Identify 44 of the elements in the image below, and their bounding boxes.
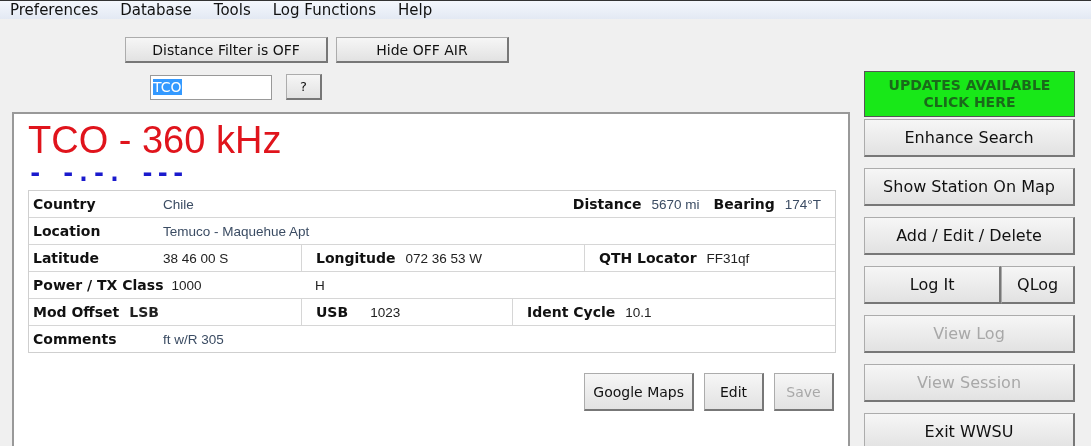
field-value: Temuco - Maquehue Apt — [163, 223, 310, 239]
menu-item[interactable]: Preferences — [10, 1, 99, 19]
panel-button[interactable]: Google Maps — [584, 373, 694, 411]
menu-item[interactable]: Help — [397, 1, 433, 19]
filter-button[interactable]: Hide OFF AIR — [336, 37, 509, 63]
morse-code: - -.-. --- — [28, 162, 188, 188]
side-button[interactable]: Enhance Search — [864, 119, 1075, 157]
field-label: Latitude — [33, 250, 101, 266]
field-value: 10.1 — [625, 304, 652, 320]
help-button[interactable]: ? — [286, 74, 322, 100]
station-title: TCO - 360 kHz — [28, 118, 283, 162]
side-button[interactable]: Show Station On Map — [864, 168, 1075, 206]
side-button[interactable]: Exit WWSU — [864, 413, 1075, 446]
field-value: 072 36 53 W — [405, 250, 483, 266]
field-value: FF31qf — [706, 250, 750, 266]
menu-item[interactable]: Tools — [213, 1, 251, 19]
field-value: 1000 — [171, 277, 202, 293]
field-value: 38 46 00 S — [163, 250, 229, 266]
field-label: QTH Locator — [599, 250, 697, 266]
menu-item[interactable]: Database — [120, 1, 192, 19]
field-value: 5670 mi — [651, 196, 700, 212]
updates-button[interactable]: UPDATES AVAILABLE CLICK HERE — [864, 71, 1075, 117]
field-label: Mod Offset — [33, 304, 120, 320]
field-value: ft w/R 305 — [163, 331, 224, 347]
field-label: Longitude — [316, 250, 396, 266]
field-label: Distance — [572, 196, 642, 212]
field-label: Bearing — [713, 196, 775, 212]
field-value: 1023 — [370, 304, 401, 320]
field-label: Comments — [33, 331, 118, 347]
field-label: Power / TX Class — [33, 277, 164, 293]
filter-button[interactable]: Distance Filter is OFF — [125, 37, 328, 63]
field-label: Location — [33, 223, 102, 239]
menu-item[interactable]: Log Functions — [272, 1, 376, 19]
panel-button[interactable]: Edit — [704, 373, 764, 411]
field-value: H — [315, 277, 325, 293]
field-label: Ident Cycle — [527, 304, 616, 320]
field-label: USB — [316, 304, 349, 320]
side-button[interactable]: Add / Edit / Delete — [864, 217, 1075, 255]
field-value: 174°T — [784, 196, 821, 212]
side-button[interactable]: QLog — [1001, 266, 1075, 304]
field-label: Country — [33, 196, 97, 212]
field-value: Chile — [163, 196, 194, 212]
side-button[interactable]: Log It — [864, 266, 1002, 304]
field-value: LSB — [129, 304, 159, 320]
